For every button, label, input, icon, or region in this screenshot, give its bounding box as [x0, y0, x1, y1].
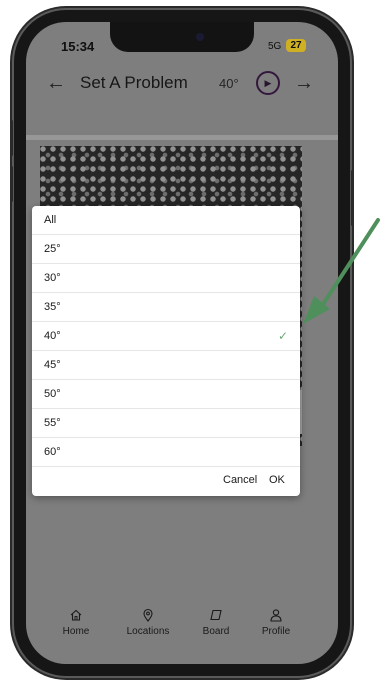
annotation-arrow-icon	[303, 218, 380, 324]
